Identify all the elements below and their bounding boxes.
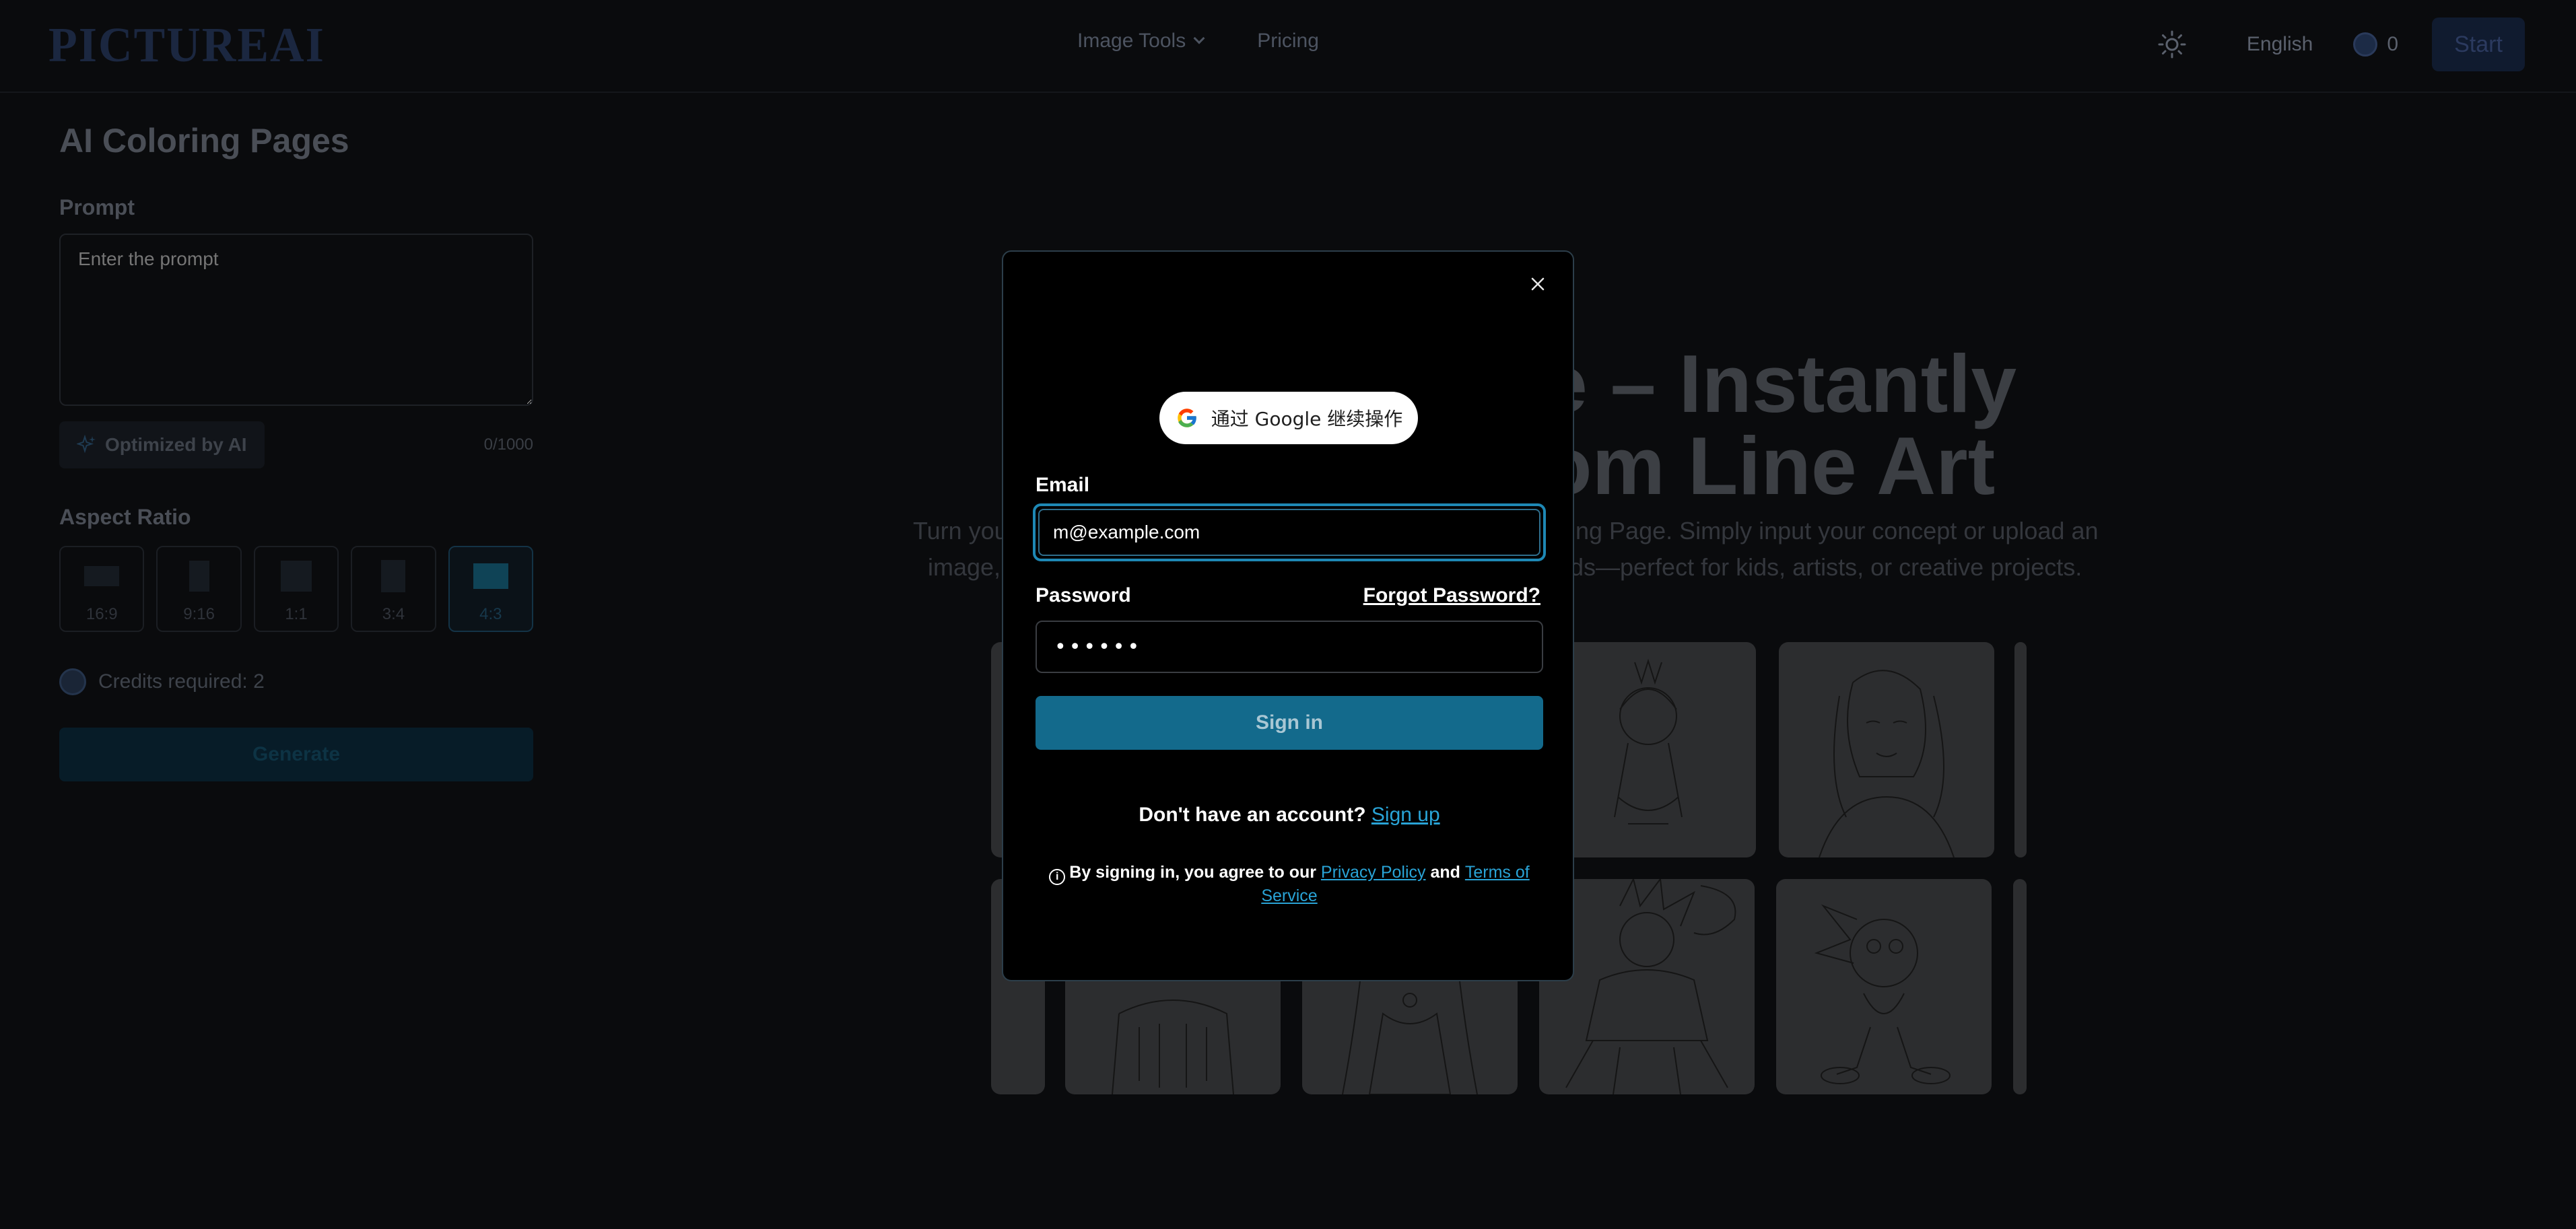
- ratio-shape-icon: [473, 563, 508, 589]
- optimize-button[interactable]: Optimized by AI: [59, 421, 265, 468]
- sun-icon[interactable]: [2158, 30, 2186, 59]
- no-account-text: Don't have an account?: [1139, 804, 1366, 826]
- credits-required-text: Credits required: 2: [98, 670, 265, 693]
- close-icon: [1531, 277, 1545, 291]
- password-label: Password: [1036, 584, 1131, 606]
- ratio-shape-icon: [189, 561, 209, 592]
- nav-image-tools[interactable]: Image Tools: [1077, 30, 1205, 52]
- aspect-label: 16:9: [86, 605, 118, 623]
- aspect-label: 9:16: [183, 605, 215, 623]
- generate-button[interactable]: Generate: [59, 728, 533, 781]
- credit-coin-icon: [2353, 32, 2378, 57]
- gallery-image[interactable]: [2014, 642, 2027, 857]
- ratio-shape-icon: [84, 566, 120, 586]
- google-signin-label: 通过 Google 继续操作: [1211, 408, 1403, 430]
- credit-coin-icon: [59, 668, 86, 695]
- hero-subtitle-left-1: Turn you: [913, 517, 1008, 545]
- aspect-ratio-label: Aspect Ratio: [59, 505, 191, 529]
- aspect-3-4[interactable]: 3:4: [351, 546, 436, 632]
- privacy-policy-link[interactable]: Privacy Policy: [1321, 863, 1426, 882]
- sparkle-icon: [77, 435, 96, 454]
- prompt-tools-row: Optimized by AI 0/1000: [59, 421, 533, 468]
- google-signin-button[interactable]: 通过 Google 继续操作: [1159, 392, 1418, 444]
- signup-prompt: Don't have an account? Sign up: [1003, 804, 1575, 827]
- email-label: Email: [1036, 474, 1090, 496]
- terms-notice: i By signing in, you agree to our Privacy…: [1044, 862, 1535, 907]
- gallery-image[interactable]: [2013, 879, 2027, 1094]
- password-field[interactable]: [1036, 621, 1543, 673]
- credit-count: 0: [2387, 33, 2398, 55]
- chevron-down-icon: [1193, 32, 1205, 44]
- nav-image-tools-label: Image Tools: [1077, 30, 1186, 52]
- email-field[interactable]: [1038, 509, 1540, 556]
- optimize-label: Optimized by AI: [105, 434, 247, 455]
- credits-required: Credits required: 2: [59, 668, 533, 695]
- signup-link[interactable]: Sign up: [1371, 804, 1440, 826]
- aspect-label: 1:1: [285, 605, 308, 623]
- prompt-input[interactable]: [59, 234, 533, 406]
- signin-button[interactable]: Sign in: [1036, 696, 1543, 750]
- hero-title-line1: e – Instantly: [1542, 338, 2017, 429]
- ratio-shape-icon: [381, 560, 406, 592]
- close-button[interactable]: [1523, 269, 1553, 299]
- prompt-label: Prompt: [59, 195, 135, 219]
- top-header: PICTUREAI Image Tools Pricing English 0: [0, 0, 2576, 93]
- hero-subtitle-right-2: ds—perfect for kids, artists, or creativ…: [1570, 553, 2082, 581]
- aspect-9-16[interactable]: 9:16: [156, 546, 242, 632]
- email-field-focus-ring: [1033, 503, 1546, 561]
- signin-modal: 通过 Google 继续操作 Email Password Forgot Pas…: [1002, 250, 1574, 981]
- ratio-shape-icon: [281, 561, 312, 592]
- google-logo-icon: [1177, 409, 1197, 427]
- main-nav: Image Tools Pricing: [1077, 30, 1319, 52]
- hero-title-line2: om Line Art: [1542, 420, 1996, 512]
- aspect-16-9[interactable]: 16:9: [59, 546, 145, 632]
- nav-pricing-label: Pricing: [1257, 30, 1319, 52]
- aspect-ratio-options: 16:9 9:16 1:1 3:4 4:3: [59, 546, 534, 632]
- start-button[interactable]: Start: [2432, 17, 2525, 71]
- aspect-label: 3:4: [382, 605, 405, 623]
- header-actions: English 0 Start: [2158, 17, 2525, 71]
- language-selector[interactable]: English: [2247, 33, 2313, 56]
- info-icon: i: [1049, 869, 1066, 885]
- hero-subtitle-right-1: ing Page. Simply input your concept or u…: [1570, 517, 2099, 545]
- char-counter: 0/1000: [483, 435, 533, 454]
- forgot-password-link[interactable]: Forgot Password?: [1363, 584, 1540, 607]
- hero-subtitle-left-2: image,: [928, 553, 1001, 581]
- generator-panel: AI Coloring Pages Prompt Optimized by AI…: [59, 121, 534, 781]
- gallery-image[interactable]: [1776, 879, 1992, 1094]
- aspect-4-3[interactable]: 4:3: [448, 546, 534, 632]
- gallery-image[interactable]: [1779, 642, 1994, 857]
- page-title: AI Coloring Pages: [59, 122, 349, 160]
- nav-pricing[interactable]: Pricing: [1257, 30, 1319, 52]
- terms-prefix: By signing in, you agree to our: [1069, 863, 1316, 882]
- aspect-1-1[interactable]: 1:1: [253, 546, 339, 632]
- aspect-label: 4:3: [479, 605, 502, 623]
- logo[interactable]: PICTUREAI: [48, 17, 325, 74]
- terms-and: and: [1430, 863, 1460, 882]
